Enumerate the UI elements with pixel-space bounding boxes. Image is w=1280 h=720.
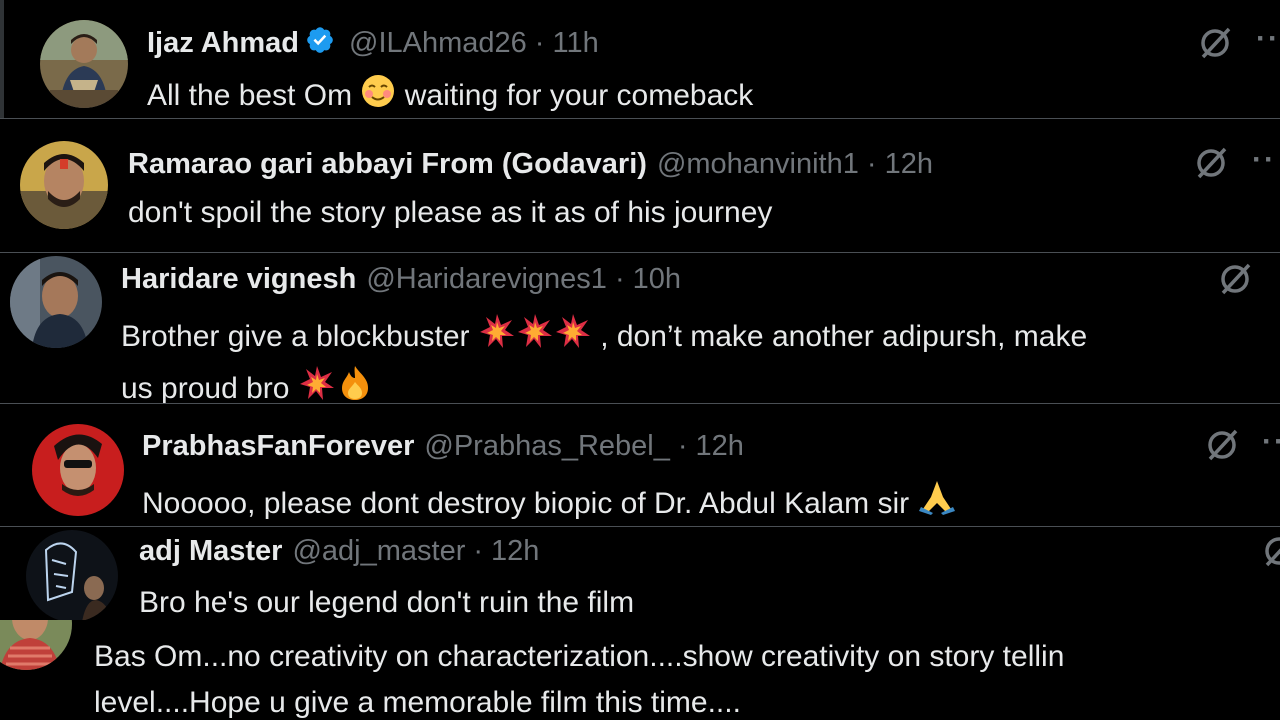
reply-tweet[interactable]: PrabhasFanForever @Prabhas_Rebel_ · 12h …	[0, 404, 1280, 526]
tweet-text: Brother give a blockbuster , don’t make …	[121, 312, 1087, 403]
author-name[interactable]: Haridare vignesh	[121, 264, 356, 294]
tweet-text-part: waiting for your comeback	[404, 79, 754, 112]
timestamp[interactable]: 12h	[696, 431, 744, 461]
tweet-text-line: Bas Om...no creativity on characterizati…	[94, 640, 1065, 673]
tweet-text: Nooooo, please dont destroy biopic of Dr…	[142, 477, 957, 526]
grok-icon[interactable]	[1203, 426, 1241, 469]
avatar[interactable]	[26, 530, 118, 620]
avatar[interactable]	[20, 141, 108, 229]
author-name[interactable]: Ramarao gari abbayi From (Godavari)	[128, 149, 647, 179]
collision-emoji-icon	[298, 364, 336, 403]
timestamp[interactable]: 10h	[633, 264, 681, 294]
author-handle[interactable]: @Haridarevignes1	[366, 264, 607, 294]
fire-emoji-icon	[336, 364, 374, 403]
tweet-text: Bro he's our legend don't ruin the film	[139, 586, 635, 619]
avatar[interactable]	[40, 20, 128, 108]
author-name[interactable]: PrabhasFanForever	[142, 431, 414, 461]
timestamp[interactable]: 12h	[885, 149, 933, 179]
more-options-icon[interactable]: ··	[1256, 22, 1280, 56]
author-name[interactable]: Ijaz Ahmad	[147, 28, 299, 58]
timestamp[interactable]: 11h	[552, 28, 598, 58]
reply-tweet[interactable]: Haridare vignesh @Haridarevignes1 · 10h …	[0, 253, 1280, 403]
avatar[interactable]	[0, 620, 72, 670]
tweet-text: All the best Om waiting for your comebac…	[147, 73, 753, 118]
avatar[interactable]	[10, 256, 102, 348]
more-options-icon[interactable]: ··	[1252, 143, 1276, 177]
more-options-icon[interactable]: ··	[1262, 425, 1280, 459]
verified-badge-icon	[305, 25, 335, 61]
collision-emoji-icon	[516, 312, 554, 364]
tweet-text: don't spoil the story please as it as of…	[128, 196, 773, 229]
collision-emoji-icon	[478, 312, 516, 364]
tweet-text-line: Brother give a blockbuster , don’t make …	[121, 312, 1087, 364]
grok-icon[interactable]	[1196, 24, 1234, 67]
grok-icon[interactable]	[1216, 260, 1254, 303]
author-handle[interactable]: @Prabhas_Rebel_	[424, 431, 669, 461]
grok-icon[interactable]	[1260, 532, 1280, 575]
reply-tweet[interactable]: Bas Om...no creativity on characterizati…	[0, 620, 1280, 720]
separator-dot: ·	[866, 147, 877, 180]
author-handle[interactable]: @mohanvinith1	[657, 149, 859, 179]
separator-dot: ·	[473, 534, 484, 567]
reply-tweet[interactable]: Ramarao gari abbayi From (Godavari) @moh…	[0, 119, 1280, 252]
separator-dot: ·	[614, 262, 625, 295]
tweet-text-part: us proud bro	[121, 372, 290, 403]
author-handle[interactable]: @adj_master	[292, 536, 465, 566]
separator-dot: ·	[534, 26, 545, 59]
tweet-text-part: All the best Om	[147, 79, 353, 112]
replies-feed: Ijaz Ahmad @ILAhmad26 · 11h All the best…	[0, 0, 1280, 720]
avatar[interactable]	[32, 424, 124, 516]
collision-emoji-icon	[554, 312, 592, 364]
smiling-blushing-emoji-icon	[360, 73, 396, 118]
reply-tweet[interactable]: adj Master @adj_master · 12h Bro he's ou…	[0, 527, 1280, 620]
thread-rule	[0, 0, 4, 118]
tweet-text-part: Nooooo, please dont destroy biopic of Dr…	[142, 487, 910, 520]
tweet-text-part: Brother give a blockbuster	[121, 320, 470, 353]
author-handle[interactable]: @ILAhmad26	[349, 28, 527, 58]
grok-icon[interactable]	[1192, 144, 1230, 187]
timestamp[interactable]: 12h	[491, 536, 539, 566]
tweet-text: Bas Om...no creativity on characterizati…	[94, 634, 1064, 720]
tweet-text-line: us proud bro	[121, 364, 1087, 403]
separator-dot: ·	[677, 429, 688, 462]
tweet-text-part: , don’t make another adipursh, make	[600, 320, 1088, 353]
tweet-text-line: level....Hope u give a memorable film th…	[94, 686, 741, 719]
reply-tweet[interactable]: Ijaz Ahmad @ILAhmad26 · 11h All the best…	[0, 0, 1280, 118]
folded-hands-emoji-icon	[917, 477, 957, 526]
author-name[interactable]: adj Master	[139, 536, 282, 566]
